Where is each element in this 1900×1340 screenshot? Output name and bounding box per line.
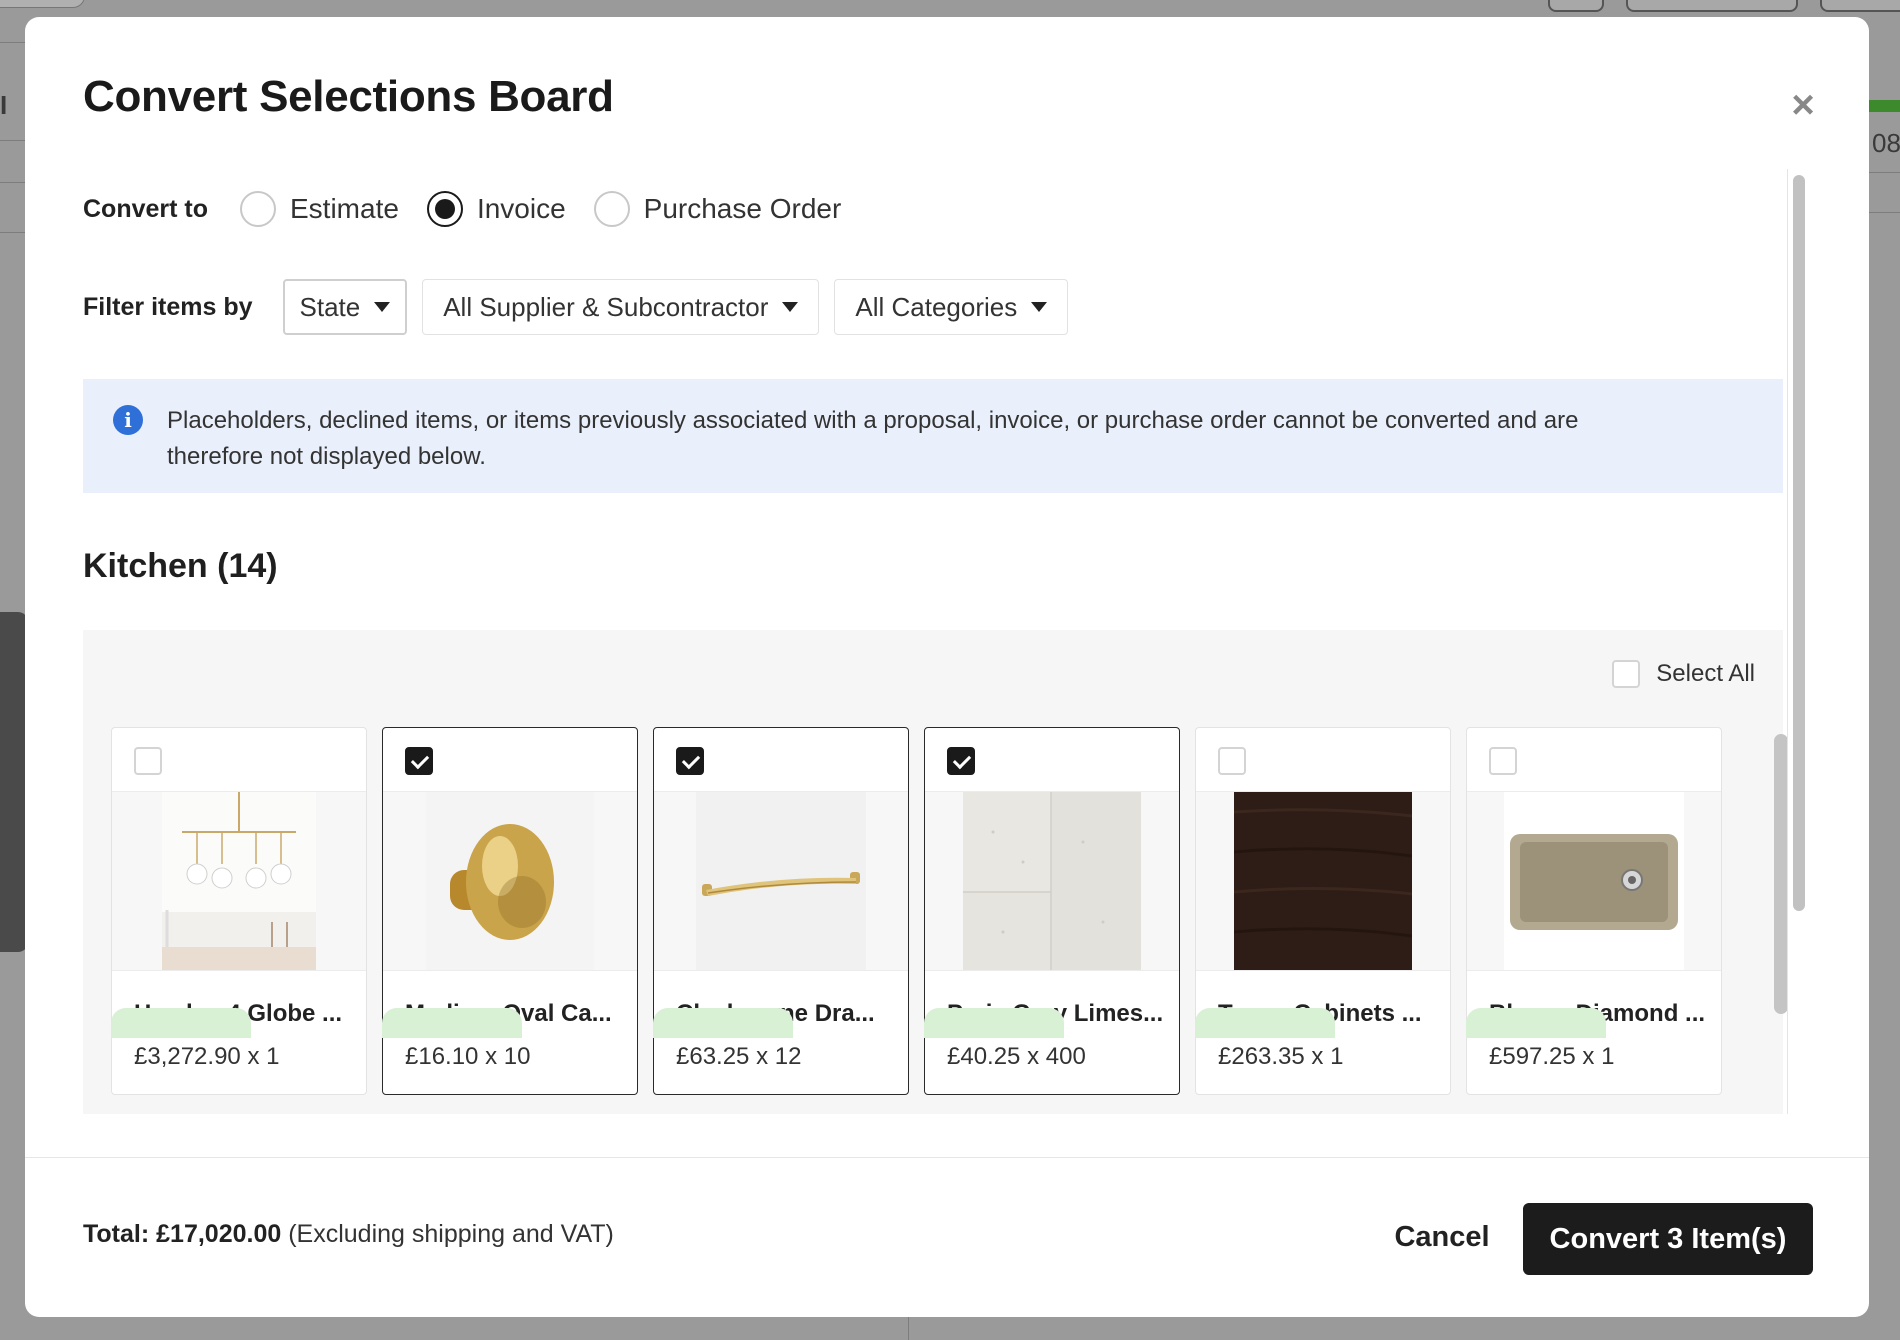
background-image	[0, 612, 28, 952]
state-dropdown[interactable]: State	[282, 279, 408, 335]
cards-scrollbar[interactable]	[1774, 734, 1788, 1014]
background-text: 08	[1872, 128, 1900, 158]
items-panel: Select All Globe ... £3,272.90 x 1 Oval …	[83, 630, 1788, 1114]
radio-estimate[interactable]: Estimate	[240, 191, 399, 227]
item-image	[1467, 791, 1721, 971]
status-badge	[1466, 1008, 1606, 1038]
total-note: (Excluding shipping and VAT)	[288, 1220, 614, 1248]
pendant-light-image	[162, 792, 316, 970]
status-badge	[111, 1008, 251, 1038]
status-badge	[382, 1008, 522, 1038]
status-badge	[924, 1008, 1064, 1038]
modal-title: Convert Selections Board	[83, 72, 614, 121]
radio-estimate-circle[interactable]	[240, 191, 276, 227]
filter-label: Filter items by	[83, 292, 253, 321]
background-pill	[0, 0, 85, 8]
radio-invoice-circle[interactable]	[426, 191, 463, 227]
info-text: Placeholders, declined items, or items p…	[167, 403, 1579, 470]
item-checkbox[interactable]	[947, 747, 975, 775]
item-image	[925, 791, 1179, 971]
item-card[interactable]: Medium Oval Ca... £16.10 x 10	[382, 727, 638, 1095]
sink-image	[1504, 792, 1684, 970]
item-checkbox[interactable]	[1489, 747, 1517, 775]
select-all-label: Select All	[1656, 660, 1755, 687]
radio-invoice-label: Invoice	[476, 193, 566, 224]
select-all[interactable]: Select All	[1612, 660, 1755, 688]
wood-finish-image	[1234, 792, 1412, 970]
caret-down-icon	[374, 302, 391, 312]
item-card[interactable]: Paris Grey Limes... £40.25 x 400	[924, 727, 1180, 1095]
limestone-tile-image	[963, 792, 1141, 970]
modal-footer: Total: £17,020.00 (Excluding shipping an…	[25, 1157, 1869, 1317]
item-price: £16.10 x 10	[405, 1043, 531, 1070]
background-divider	[0, 232, 25, 233]
background-divider	[0, 42, 25, 43]
item-price: £63.25 x 12	[676, 1043, 802, 1070]
radio-purchase-order-label: Purchase Order	[643, 193, 842, 224]
background-button	[1548, 0, 1604, 12]
caret-down-icon	[1031, 302, 1048, 312]
total-label: Total:	[83, 1220, 150, 1248]
status-badge	[653, 1008, 793, 1038]
info-icon: i	[113, 405, 143, 435]
drawer-pull-image	[696, 792, 866, 970]
item-cards: Hayden 4 Globe ... £3,272.90 x 1	[111, 727, 1737, 1095]
caret-down-icon	[782, 302, 799, 312]
item-image	[1196, 791, 1450, 971]
info-text-line: therefore not displayed below.	[167, 443, 486, 470]
cabinet-knob-image	[426, 792, 594, 970]
item-price: £263.35 x 1	[1218, 1043, 1344, 1070]
item-card[interactable]: Tower Cabinets ... £263.35 x 1	[1195, 727, 1451, 1095]
item-price: £597.25 x 1	[1489, 1043, 1615, 1070]
background-divider	[1869, 172, 1900, 173]
categories-dropdown[interactable]: All Categories	[834, 279, 1069, 335]
radio-invoice[interactable]: Invoice	[426, 191, 566, 227]
modal-scrollbar[interactable]	[1787, 169, 1807, 1114]
cancel-button[interactable]: Cancel	[1372, 1202, 1512, 1272]
item-card[interactable]: Blanco Diamond ... £597.25 x 1	[1466, 727, 1722, 1095]
background-progress	[1866, 100, 1900, 112]
convert-to-group: Convert to Estimate Invoice Purchase Ord…	[83, 187, 869, 231]
background-divider	[908, 1317, 909, 1340]
background-text: I	[0, 90, 8, 120]
background-divider	[1869, 212, 1900, 213]
item-checkbox[interactable]	[676, 747, 704, 775]
background-button	[1626, 0, 1798, 12]
item-card[interactable]: Claybourne Dra... £63.25 x 12	[653, 727, 909, 1095]
info-text-line: Placeholders, declined items, or items p…	[167, 407, 1579, 434]
supplier-dropdown-label: All Supplier & Subcontractor	[443, 291, 769, 322]
item-card[interactable]: Hayden 4 Globe ... £3,272.90 x 1	[111, 727, 367, 1095]
item-image	[112, 791, 366, 971]
status-badge	[1195, 1008, 1335, 1038]
background-divider	[0, 182, 25, 183]
radio-estimate-label: Estimate	[290, 193, 399, 224]
close-icon[interactable]: ×	[1785, 85, 1821, 125]
filter-group: Filter items by State All Supplier & Sub…	[83, 279, 1083, 335]
section-title: Kitchen (14)	[83, 547, 278, 585]
radio-purchase-order[interactable]: Purchase Order	[593, 191, 842, 227]
categories-dropdown-label: All Categories	[855, 291, 1018, 322]
item-image	[654, 791, 908, 971]
modal-scrollbar-thumb[interactable]	[1793, 175, 1805, 911]
background-button	[1820, 0, 1900, 12]
radio-purchase-order-circle[interactable]	[593, 191, 630, 227]
modal-scroll-area[interactable]: Convert to Estimate Invoice Purchase Ord…	[83, 167, 1813, 1114]
background-divider	[0, 140, 25, 141]
item-price: £3,272.90 x 1	[134, 1043, 280, 1070]
state-dropdown-label: State	[299, 291, 361, 322]
total-value: £17,020.00	[156, 1220, 282, 1248]
info-banner: i Placeholders, declined items, or items…	[83, 379, 1783, 493]
item-checkbox[interactable]	[405, 747, 433, 775]
supplier-dropdown[interactable]: All Supplier & Subcontractor	[422, 279, 820, 335]
select-all-checkbox[interactable]	[1612, 660, 1641, 688]
item-checkbox[interactable]	[134, 747, 162, 775]
total-summary: Total: £17,020.00 (Excluding shipping an…	[83, 1220, 614, 1249]
item-checkbox[interactable]	[1218, 747, 1246, 775]
item-image	[383, 791, 637, 971]
item-price: £40.25 x 400	[947, 1043, 1086, 1070]
convert-button[interactable]: Convert 3 Item(s)	[1523, 1203, 1813, 1275]
convert-to-label: Convert to	[83, 194, 208, 223]
convert-selections-modal: Convert Selections Board × Convert to Es…	[25, 17, 1869, 1317]
